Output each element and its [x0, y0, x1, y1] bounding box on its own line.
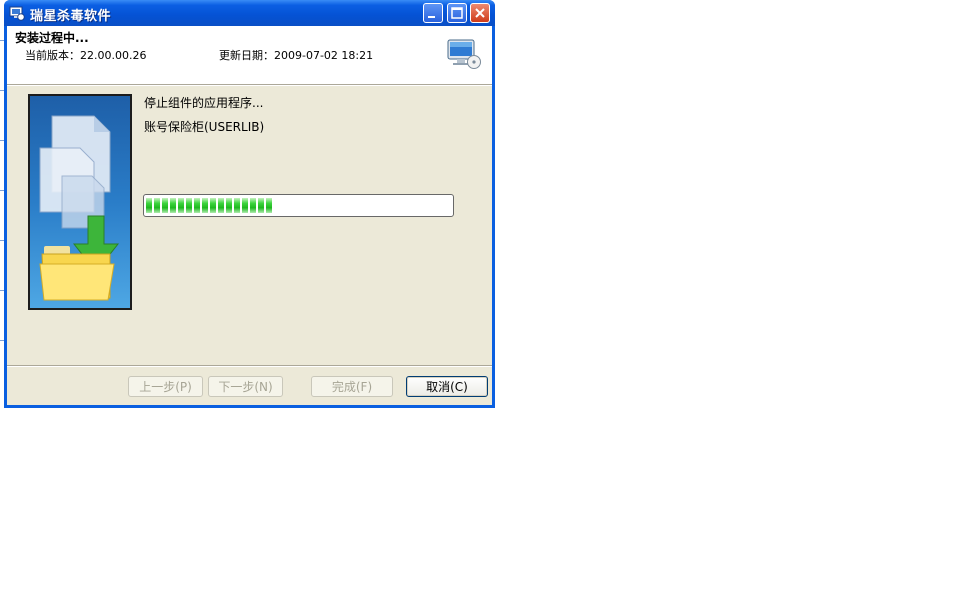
progress-segment — [202, 198, 208, 213]
maximize-button[interactable] — [447, 3, 467, 23]
progress-segment — [162, 198, 168, 213]
previous-button[interactable]: 上一步(P) — [128, 376, 203, 397]
rising-app-icon — [9, 6, 25, 21]
dialog-header: 安装过程中... 当前版本：22.00.00.26 更新日期：2009-07-0… — [7, 26, 492, 85]
installer-window: 瑞星杀毒软件 安装过程中... 当前版本：22.00.00.26 更新日期：20… — [4, 0, 495, 408]
close-icon — [475, 8, 485, 18]
title-bar[interactable]: 瑞星杀毒软件 — [4, 0, 495, 26]
install-illustration — [28, 94, 132, 310]
page-title: 安装过程中... — [15, 31, 89, 45]
install-progress-bar — [143, 194, 454, 217]
date-value: 2009-07-02 18:21 — [274, 49, 374, 62]
current-component: 账号保险柜(USERLIB) — [144, 120, 265, 134]
progress-segment — [266, 198, 272, 213]
dialog-client: 安装过程中... 当前版本：22.00.00.26 更新日期：2009-07-0… — [7, 26, 492, 405]
next-button[interactable]: 下一步(N) — [208, 376, 283, 397]
progress-segment — [178, 198, 184, 213]
progress-segment — [226, 198, 232, 213]
window-title: 瑞星杀毒软件 — [30, 9, 112, 24]
status-line: 停止组件的应用程序... — [144, 96, 264, 110]
progress-segment — [170, 198, 176, 213]
version-info: 当前版本：22.00.00.26 — [25, 47, 146, 63]
maximize-icon — [451, 7, 463, 19]
minimize-icon — [428, 16, 435, 18]
progress-segment — [234, 198, 240, 213]
close-button[interactable] — [470, 3, 490, 23]
progress-segment — [154, 198, 160, 213]
progress-segment — [242, 198, 248, 213]
monitor-cd-icon — [447, 39, 481, 69]
progress-segment — [194, 198, 200, 213]
progress-fill — [146, 197, 274, 214]
progress-segment — [146, 198, 152, 213]
date-label: 更新日期： — [219, 49, 274, 62]
progress-segment — [210, 198, 216, 213]
cancel-button[interactable]: 取消(C) — [406, 376, 488, 397]
header-divider — [7, 85, 492, 86]
minimize-button[interactable] — [423, 3, 443, 23]
progress-segment — [218, 198, 224, 213]
progress-segment — [250, 198, 256, 213]
version-value: 22.00.00.26 — [80, 49, 147, 62]
progress-segment — [258, 198, 264, 213]
update-date-info: 更新日期：2009-07-02 18:21 — [219, 47, 373, 63]
finish-button[interactable]: 完成(F) — [311, 376, 393, 397]
progress-segment — [186, 198, 192, 213]
version-label: 当前版本： — [25, 49, 80, 62]
copy-files-to-folder-icon — [39, 115, 120, 301]
